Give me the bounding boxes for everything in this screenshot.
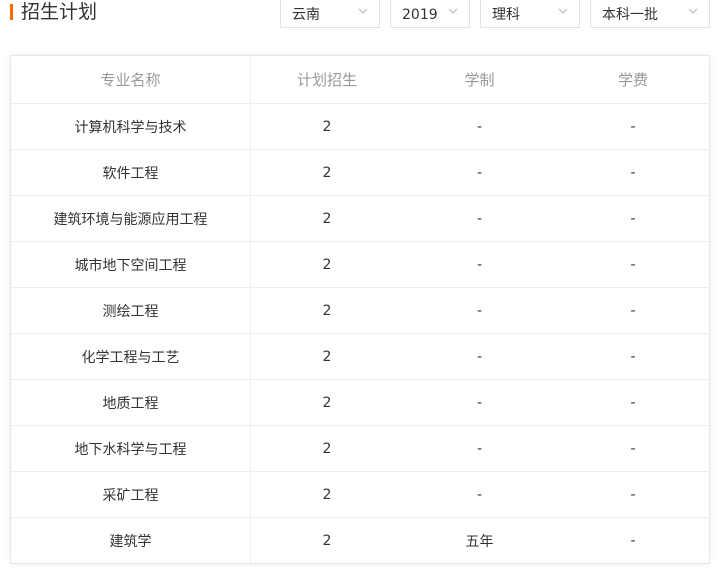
chevron-down-icon — [688, 8, 698, 14]
title-accent-bar — [10, 4, 13, 20]
duration-cell: - — [403, 333, 556, 380]
tuition-cell: - — [556, 287, 710, 334]
tuition-cell: - — [556, 379, 710, 426]
column-header-duration: 学制 — [403, 56, 556, 104]
column-header-major: 专业名称 — [11, 56, 251, 104]
major-cell: 建筑学 — [11, 517, 251, 563]
table-row: 地下水科学与工程 2 - - — [11, 425, 710, 472]
major-cell: 城市地下空间工程 — [11, 241, 251, 288]
quota-cell: 2 — [250, 195, 403, 242]
major-cell: 测绘工程 — [11, 287, 251, 334]
subject-select[interactable]: 理科 — [480, 0, 580, 28]
tuition-cell: - — [556, 333, 710, 380]
duration-cell: - — [403, 103, 556, 150]
column-header-tuition: 学费 — [556, 56, 710, 104]
duration-cell: - — [403, 149, 556, 196]
section-header: 招生计划 云南 2019 理科 本科一批 — [0, 0, 719, 32]
batch-select-value: 本科一批 — [602, 7, 658, 23]
table-row: 化学工程与工艺 2 - - — [11, 333, 710, 380]
tuition-cell: - — [556, 471, 710, 518]
major-cell: 软件工程 — [11, 149, 251, 196]
quota-cell: 2 — [250, 241, 403, 288]
duration-cell: - — [403, 379, 556, 426]
table-row: 采矿工程 2 - - — [11, 471, 710, 518]
quota-cell: 2 — [250, 379, 403, 426]
duration-cell: - — [403, 241, 556, 288]
year-select-value: 2019 — [402, 7, 438, 23]
quota-cell: 2 — [250, 333, 403, 380]
chevron-down-icon — [448, 8, 458, 14]
table-row: 软件工程 2 - - — [11, 149, 710, 196]
quota-cell: 2 — [250, 149, 403, 196]
subject-select-value: 理科 — [492, 7, 520, 23]
duration-cell: - — [403, 287, 556, 334]
major-cell: 地下水科学与工程 — [11, 425, 251, 472]
column-header-quota: 计划招生 — [250, 56, 403, 104]
quota-cell: 2 — [322, 532, 332, 549]
major-cell: 化学工程与工艺 — [11, 333, 251, 380]
duration-cell: 五年 — [465, 533, 494, 550]
table-row: 建筑环境与能源应用工程 2 - - — [11, 195, 710, 242]
province-select-value: 云南 — [292, 7, 320, 23]
admission-plan-table: 专业名称 计划招生 学制 学费 计算机科学与技术 2 - - 软件工程 2 - … — [10, 55, 710, 564]
tuition-cell: - — [556, 103, 710, 150]
chevron-down-icon — [558, 8, 568, 14]
table-row: 城市地下空间工程 2 - - — [11, 241, 710, 288]
tuition-cell: - — [556, 195, 710, 242]
quota-cell: 2 — [250, 471, 403, 518]
table-row: 计算机科学与技术 2 - - — [11, 103, 710, 150]
quota-cell: 2 — [250, 425, 403, 472]
major-cell: 采矿工程 — [11, 471, 251, 518]
province-select[interactable]: 云南 — [280, 0, 380, 28]
quota-cell: 2 — [250, 103, 403, 150]
major-cell: 建筑环境与能源应用工程 — [11, 195, 251, 242]
table-header-row: 专业名称 计划招生 学制 学费 — [11, 56, 710, 104]
year-select[interactable]: 2019 — [390, 0, 470, 28]
section-title: 招生计划 — [21, 1, 98, 23]
tuition-cell: - — [556, 425, 710, 472]
tuition-cell: - — [630, 532, 636, 549]
batch-select[interactable]: 本科一批 — [590, 0, 710, 28]
tuition-cell: - — [556, 241, 710, 288]
duration-cell: - — [403, 425, 556, 472]
duration-cell: - — [403, 471, 556, 518]
table-row: 建筑学 2 五年 - — [11, 517, 710, 563]
table-row: 地质工程 2 - - — [11, 379, 710, 426]
major-cell: 地质工程 — [11, 379, 251, 426]
chevron-down-icon — [358, 8, 368, 14]
quota-cell: 2 — [250, 287, 403, 334]
table-row: 测绘工程 2 - - — [11, 287, 710, 334]
major-cell: 计算机科学与技术 — [11, 103, 251, 150]
tuition-cell: - — [556, 149, 710, 196]
duration-cell: - — [403, 195, 556, 242]
